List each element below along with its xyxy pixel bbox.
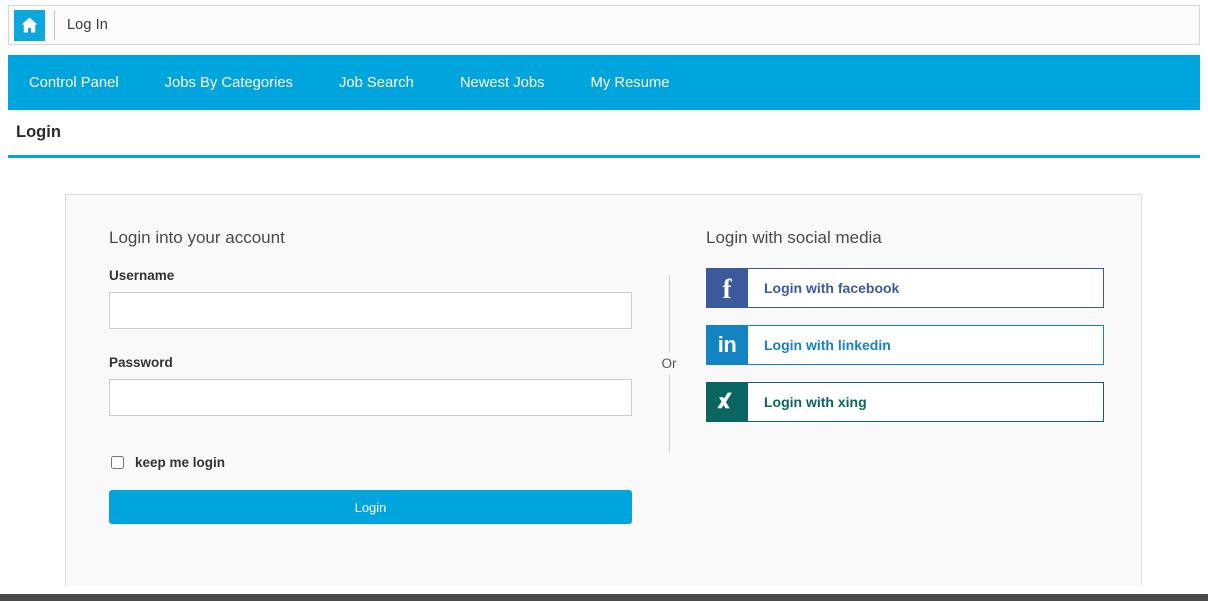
login-panel: Login into your account Username Passwor… <box>65 194 1142 586</box>
login-with-linkedin-button[interactable]: in Login with linkedin <box>706 325 1104 365</box>
linkedin-button-label: Login with linkedin <box>748 325 1104 365</box>
password-label: Password <box>109 355 173 370</box>
nav-item-newest-jobs[interactable]: Newest Jobs <box>460 75 545 91</box>
username-label: Username <box>109 268 175 283</box>
home-icon[interactable] <box>14 9 45 41</box>
login-button[interactable]: Login <box>109 490 632 524</box>
nav-item-job-search[interactable]: Job Search <box>339 75 414 91</box>
bottom-strip <box>0 594 1208 601</box>
or-divider: Or <box>632 228 706 586</box>
username-input[interactable] <box>109 292 632 329</box>
form-section-title: Login into your account <box>109 228 285 247</box>
nav-item-control-panel[interactable]: Control Panel <box>29 75 119 91</box>
page-header: Login <box>8 110 1200 158</box>
window-title: Log In <box>67 17 108 33</box>
main-navigation: Control Panel Jobs By Categories Job Sea… <box>8 55 1200 110</box>
divider-line-bottom <box>668 375 670 452</box>
keep-me-login-checkbox[interactable] <box>111 456 124 469</box>
linkedin-glyph: in <box>717 332 737 357</box>
keep-me-login-row: keep me login <box>109 455 632 470</box>
social-section-title: Login with social media <box>706 228 882 247</box>
credentials-form: Login into your account Username Passwor… <box>109 228 632 586</box>
social-login-section: Login with social media f Login with fac… <box>706 228 1141 586</box>
password-input[interactable] <box>109 379 632 416</box>
nav-item-jobs-by-categories[interactable]: Jobs By Categories <box>165 75 293 91</box>
keep-me-login-label[interactable]: keep me login <box>135 455 225 470</box>
divider-label: Or <box>661 356 677 371</box>
browser-title-bar: Log In <box>8 5 1200 45</box>
facebook-button-label: Login with facebook <box>748 268 1104 308</box>
page-title: Login <box>16 123 61 141</box>
facebook-icon: f <box>706 268 748 308</box>
nav-item-my-resume[interactable]: My Resume <box>591 75 670 91</box>
facebook-glyph: f <box>722 274 732 304</box>
divider-line-top <box>668 275 670 352</box>
linkedin-icon: in <box>706 325 748 365</box>
xing-icon <box>706 382 748 422</box>
login-with-facebook-button[interactable]: f Login with facebook <box>706 268 1104 308</box>
xing-button-label: Login with xing <box>748 382 1104 422</box>
login-with-xing-button[interactable]: Login with xing <box>706 382 1104 422</box>
title-separator <box>54 10 55 40</box>
